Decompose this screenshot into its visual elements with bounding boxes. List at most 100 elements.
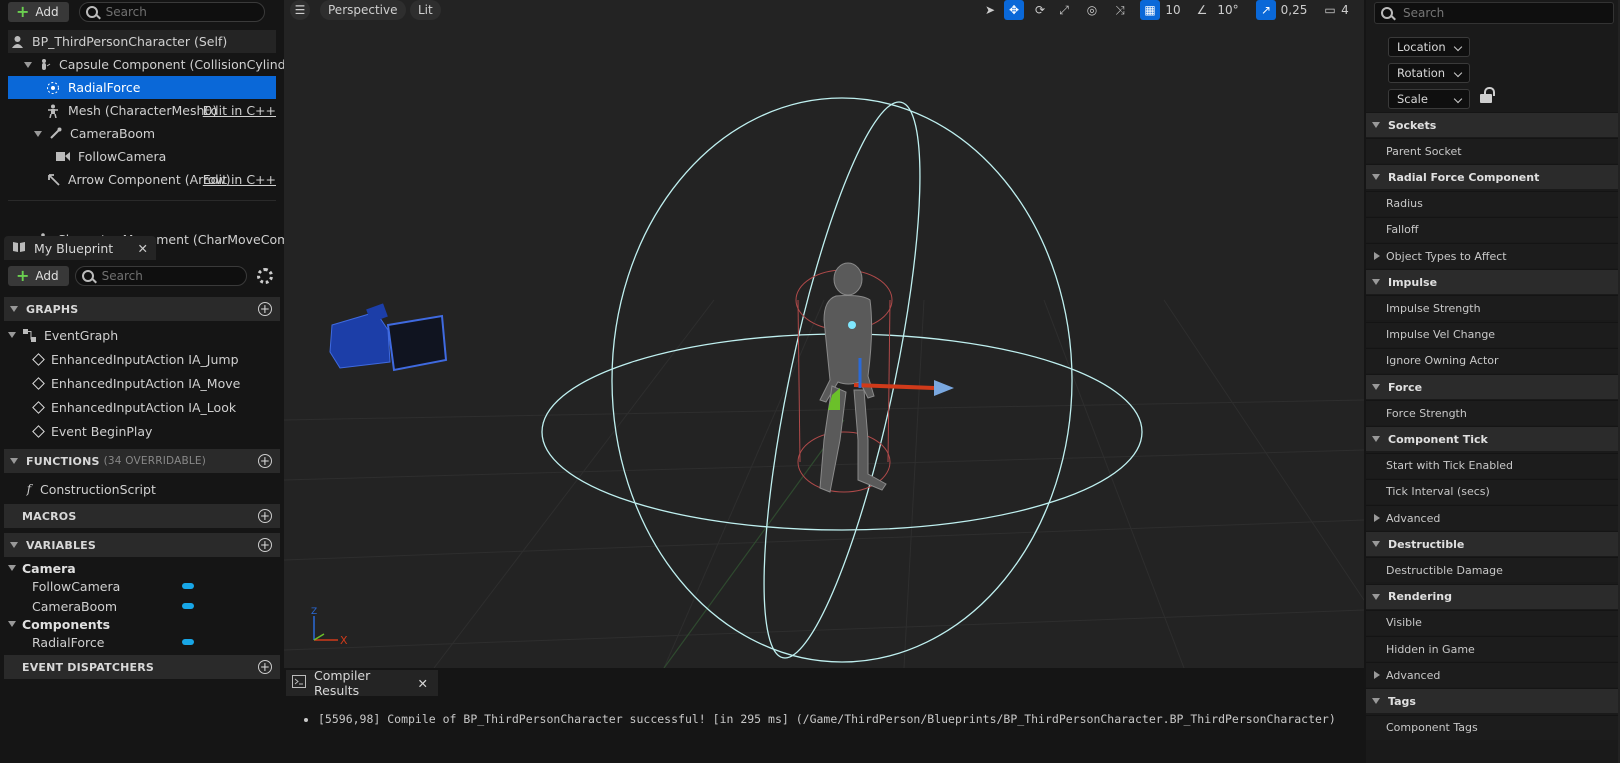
component-row-self[interactable]: BP_ThirdPersonCharacter (Self) (8, 30, 276, 53)
section-macros[interactable]: MACROS + (4, 504, 280, 528)
rotation-dropdown[interactable]: Rotation (1388, 63, 1470, 83)
world-local-icon[interactable]: ◎ (1082, 0, 1102, 20)
lit-button[interactable]: Lit (410, 0, 441, 20)
details-property-row[interactable]: Object Types to Affect (1366, 243, 1620, 268)
close-icon[interactable]: ✕ (138, 241, 148, 256)
expand-arrow-icon[interactable] (1374, 671, 1380, 680)
details-search-input[interactable] (1403, 6, 1613, 20)
details-property-row[interactable]: Impulse Vel Change (1366, 321, 1620, 347)
details-search[interactable] (1374, 2, 1614, 24)
components-search-input[interactable] (105, 5, 264, 19)
grid-snap-value[interactable]: 10 (1162, 0, 1184, 20)
tab-my-blueprint[interactable]: My Blueprint ✕ (4, 236, 156, 260)
my-blueprint-search-input[interactable] (101, 269, 246, 283)
variable-item-followcamera[interactable]: FollowCamera (4, 575, 280, 597)
add-graph-icon[interactable]: + (258, 302, 272, 316)
graph-item-ia-move[interactable]: EnhancedInputAction IA_Move (4, 372, 280, 394)
my-blueprint-search[interactable] (74, 266, 247, 286)
component-row-cameraboom[interactable]: CameraBoom (8, 122, 276, 145)
perspective-button[interactable]: Perspective (320, 0, 406, 20)
details-property-row[interactable]: Advanced (1366, 662, 1620, 688)
graph-item-eventgraph[interactable]: EventGraph (4, 324, 280, 346)
component-row-radialforce[interactable]: RadialForce (8, 76, 276, 99)
rotate-mode-icon[interactable]: ⟳ (1030, 0, 1050, 20)
component-row-followcamera[interactable]: FollowCamera (8, 145, 276, 168)
add-function-icon[interactable]: + (258, 454, 272, 468)
rotation-snap-value[interactable]: 10° (1214, 0, 1242, 20)
details-category[interactable]: Impulse (1366, 269, 1620, 295)
details-property-row[interactable]: Start with Tick Enabled (1366, 452, 1620, 478)
details-property-row[interactable]: Impulse Strength (1366, 295, 1620, 321)
details-property-row[interactable]: Destructible Damage (1366, 557, 1620, 583)
grid-snap-icon[interactable]: ▦ (1140, 0, 1160, 20)
edit-in-cpp-link[interactable]: Edit in C++ (203, 103, 276, 118)
translate-mode-icon[interactable]: ✥ (1004, 0, 1024, 20)
graph-item-beginplay[interactable]: Event BeginPlay (4, 420, 280, 442)
lock-icon[interactable] (1480, 87, 1495, 103)
details-category[interactable]: Destructible (1366, 531, 1620, 557)
collapse-arrow-icon[interactable] (8, 621, 16, 627)
camera-speed-icon[interactable]: ▭ (1320, 0, 1340, 20)
collapse-arrow-icon[interactable] (8, 565, 16, 571)
expand-arrow-icon[interactable] (1374, 252, 1380, 260)
section-graphs[interactable]: GRAPHS + (4, 297, 280, 321)
viewport-scene[interactable]: X Z (284, 0, 1364, 668)
details-property-row[interactable]: Hidden in Game (1366, 636, 1620, 661)
collapse-arrow-icon[interactable] (34, 130, 42, 137)
details-property-row[interactable]: Ignore Owning Actor (1366, 347, 1620, 373)
expand-arrow-icon[interactable] (1374, 514, 1380, 522)
my-blueprint-toolbar: + Add (4, 262, 280, 290)
collapse-arrow-icon[interactable] (24, 61, 32, 68)
details-category[interactable]: Sockets (1366, 112, 1620, 137)
section-event-dispatchers[interactable]: EVENT DISPATCHERS + (4, 655, 280, 679)
details-property-row[interactable]: Advanced (1366, 505, 1620, 530)
component-row-arrow[interactable]: Arrow Component (Arrow) Edit in C++ (8, 168, 276, 191)
scale-mode-icon[interactable]: ⤢ (1054, 0, 1074, 20)
close-icon[interactable]: ✕ (418, 676, 428, 691)
function-item-constructionscript[interactable]: f ConstructionScript (4, 478, 280, 500)
details-category[interactable]: Component Tick (1366, 426, 1620, 452)
component-row-mesh[interactable]: Mesh (CharacterMesh0) Edit in C++ (8, 99, 276, 122)
details-category[interactable]: Tags (1366, 688, 1620, 714)
tab-compiler-results[interactable]: Compiler Results ✕ (286, 668, 438, 698)
details-property-row[interactable]: Parent Socket (1366, 138, 1620, 164)
add-macro-icon[interactable]: + (258, 509, 272, 523)
details-category[interactable]: Force (1366, 374, 1620, 399)
collapse-arrow-icon[interactable] (8, 332, 16, 338)
variable-item-radialforce[interactable]: RadialForce (4, 631, 280, 653)
details-property-row[interactable]: Falloff (1366, 216, 1620, 242)
components-search[interactable] (78, 2, 265, 22)
details-property-row[interactable]: Radius (1366, 190, 1620, 216)
section-variables[interactable]: VARIABLES + (4, 533, 280, 557)
gear-icon[interactable] (256, 268, 273, 284)
details-property-row[interactable]: Force Strength (1366, 400, 1620, 426)
details-category[interactable]: Rendering (1366, 583, 1620, 609)
edit-in-cpp-link[interactable]: Edit in C++ (203, 172, 276, 187)
details-property-row[interactable]: Visible (1366, 609, 1620, 635)
details-category[interactable]: Radial Force Component (1366, 164, 1620, 190)
select-mode-icon[interactable]: ➤ (980, 0, 1000, 20)
scale-snap-icon[interactable]: ↗ (1256, 0, 1276, 20)
camera-speed-value[interactable]: 4 (1338, 0, 1352, 20)
rotation-snap-icon[interactable]: ∠ (1192, 0, 1212, 20)
property-label: Destructible Damage (1386, 563, 1503, 577)
spring-arm-icon (48, 127, 62, 141)
details-property-row[interactable]: Tick Interval (secs) (1366, 478, 1620, 504)
surface-snap-icon[interactable]: ⤨ (1110, 0, 1130, 20)
property-label: Advanced (1386, 668, 1441, 682)
graph-item-ia-jump[interactable]: EnhancedInputAction IA_Jump (4, 348, 280, 370)
location-dropdown[interactable]: Location (1388, 37, 1470, 57)
graph-item-ia-look[interactable]: EnhancedInputAction IA_Look (4, 396, 280, 418)
section-functions[interactable]: FUNCTIONS (34 OVERRIDABLE) + (4, 449, 280, 473)
scale-snap-value[interactable]: 0,25 (1278, 0, 1310, 20)
add-dispatcher-icon[interactable]: + (258, 660, 272, 674)
details-property-row[interactable]: Component Tags (1366, 714, 1620, 740)
component-row-capsule[interactable]: Capsule Component (CollisionCylinder) (8, 53, 303, 76)
add-variable-icon[interactable]: + (258, 538, 272, 552)
gizmo-arrowhead (934, 380, 954, 396)
scale-dropdown[interactable]: Scale (1388, 89, 1470, 109)
add-button[interactable]: + Add (8, 266, 69, 286)
hamburger-menu-icon[interactable]: ☰ (290, 0, 310, 20)
add-component-button[interactable]: + Add (8, 2, 69, 22)
viewport[interactable]: X Z ☰ Perspective Lit ➤ ✥ ⟳ ⤢ ◎ ⤨ ▦ 10 ∠… (284, 0, 1364, 668)
